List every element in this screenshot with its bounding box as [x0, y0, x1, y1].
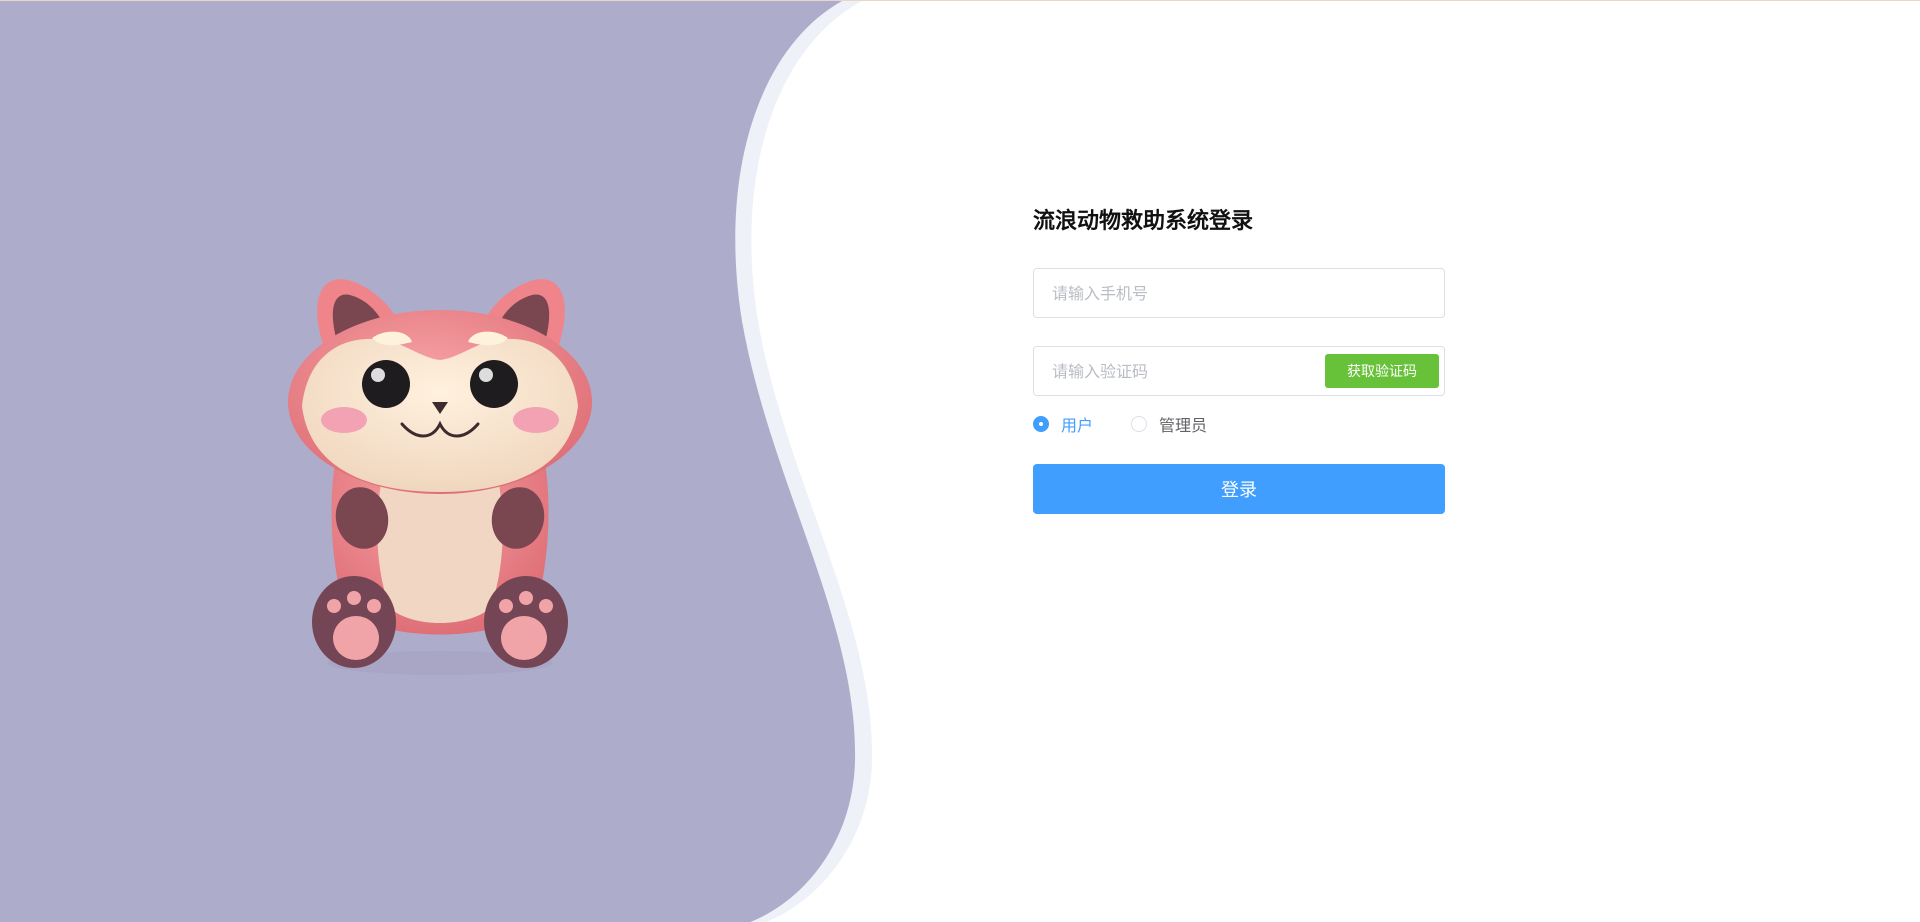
left-eye-highlight	[371, 368, 385, 382]
login-title: 流浪动物救助系统登录	[1033, 209, 1254, 234]
right-foot-pad	[501, 616, 547, 660]
verification-code-field[interactable]: 获取验证码	[1033, 346, 1445, 396]
left-cheek	[321, 407, 367, 433]
role-admin-radio[interactable]: 管理员	[1131, 412, 1207, 436]
radio-unselected-icon[interactable]	[1131, 416, 1148, 432]
role-admin-label: 管理员	[1159, 416, 1208, 435]
login-form: 流浪动物救助系统登录 获取验证码 用户 管理员 登录	[1033, 206, 1445, 514]
role-user-label: 用户	[1061, 416, 1094, 435]
phone-field[interactable]	[1033, 268, 1445, 318]
get-verification-code-button[interactable]: 获取验证码	[1325, 354, 1439, 388]
login-button[interactable]: 登录	[1033, 464, 1445, 514]
red-panda-mascot-illustration	[288, 279, 592, 675]
right-toe-2	[519, 591, 533, 605]
left-foot-pad	[333, 616, 379, 660]
right-eye-highlight	[479, 368, 493, 382]
right-eye	[470, 360, 518, 408]
left-toe-1	[327, 599, 341, 613]
belly-shape	[377, 478, 503, 623]
role-selector: 用户 管理员	[1033, 412, 1445, 436]
right-toe-1	[499, 599, 513, 613]
radio-selected-icon[interactable]	[1033, 416, 1049, 432]
right-toe-3	[539, 599, 553, 613]
right-cheek	[513, 407, 559, 433]
left-toe-2	[347, 591, 361, 605]
login-page: 流浪动物救助系统登录 获取验证码 用户 管理员 登录	[0, 0, 1920, 922]
left-toe-3	[367, 599, 381, 613]
left-eye	[362, 360, 410, 408]
phone-input[interactable]	[1034, 269, 1444, 317]
role-user-radio[interactable]: 用户	[1033, 412, 1093, 436]
